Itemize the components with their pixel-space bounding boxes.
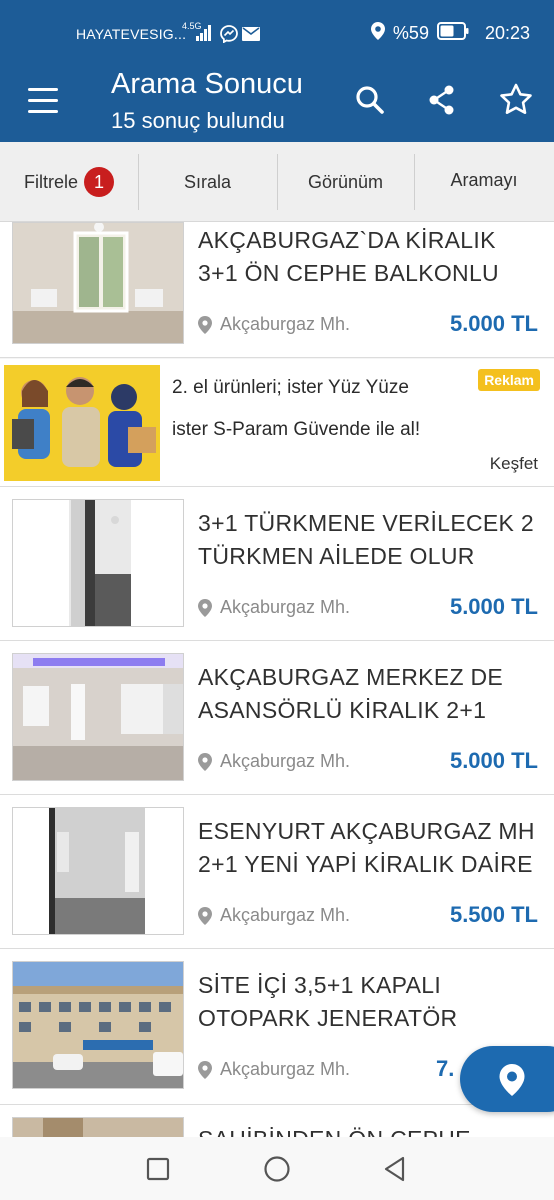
back-icon[interactable] xyxy=(380,1154,410,1184)
ad-image xyxy=(4,365,160,481)
listing-title: 3+1 TÜRKMENE VERİLECEK 2 TÜRKMEN AİLEDE … xyxy=(198,510,534,569)
result-count: 15 sonuç bulundu xyxy=(111,108,285,133)
listing-location: Akçaburgaz Mh. xyxy=(198,314,350,335)
signal-icon xyxy=(196,25,212,46)
tab-save-search-label: Aramayı xyxy=(450,170,518,190)
ad-discover-link[interactable]: Keşfet xyxy=(490,454,538,474)
location-pin-icon xyxy=(198,906,212,925)
location-pin-icon xyxy=(198,1060,212,1079)
ad-text-line2: ister S-Param Güvende ile al! xyxy=(172,419,421,440)
page-title: Arama Sonucu xyxy=(111,68,303,100)
action-tabs: Filtrele 1 Sırala Görünüm Aramayı xyxy=(0,142,554,222)
listing-card[interactable]: AKÇABURGAZ`DA KİRALIK 3+1 ÖN CEPHE BALKO… xyxy=(0,222,554,358)
battery-percent: %59 xyxy=(392,23,429,43)
mail-icon xyxy=(242,27,260,46)
listing-location: Akçaburgaz Mh. xyxy=(198,597,350,618)
listing-photo xyxy=(12,807,184,935)
tab-sort-label: Sırala xyxy=(183,171,232,192)
ad-banner[interactable]: 2. el ürünleri; ister Yüz Yüze ister S-P… xyxy=(0,359,554,487)
status-bar: HAYATEVESIG... 4.5G %59 20:23 xyxy=(0,0,554,64)
listing-price: 7. xyxy=(436,1056,455,1081)
listing-title: SİTE İÇİ 3,5+1 KAPALI OTOPARK JENERATÖR xyxy=(198,972,458,1031)
tab-view-label: Görünüm xyxy=(307,171,384,192)
home-icon[interactable] xyxy=(262,1154,292,1184)
listing-title: SAHİBİNDEN ÖN CEPHE xyxy=(198,1123,540,1137)
tab-save-search[interactable]: Aramayı xyxy=(414,142,554,222)
menu-icon[interactable] xyxy=(28,88,60,114)
listing-price: 5.000 TL xyxy=(449,311,538,336)
listing-card[interactable]: SAHİBİNDEN ÖN CEPHE xyxy=(0,1105,554,1137)
listing-photo xyxy=(12,1117,184,1137)
filter-count-badge: 1 xyxy=(84,167,114,197)
system-nav-bar xyxy=(0,1137,554,1200)
listing-location: Akçaburgaz Mh. xyxy=(198,905,350,926)
recent-apps-icon[interactable] xyxy=(143,1154,173,1184)
clock: 20:23 xyxy=(484,23,530,43)
tab-view[interactable]: Görünüm xyxy=(277,142,414,222)
listing-photo xyxy=(12,961,184,1089)
listing-photo xyxy=(12,653,184,781)
location-icon xyxy=(370,22,385,45)
listing-price: 5.000 TL xyxy=(449,748,538,773)
listing-card[interactable]: 3+1 TÜRKMENE VERİLECEK 2 TÜRKMEN AİLEDE … xyxy=(0,487,554,641)
location-pin-icon xyxy=(198,752,212,771)
star-icon[interactable] xyxy=(496,80,536,120)
listing-title: ESENYURT AKÇABURGAZ MH 2+1 YENİ YAPİ KİR… xyxy=(198,818,535,877)
tab-sort[interactable]: Sırala xyxy=(138,142,277,222)
battery-icon xyxy=(436,22,469,45)
results-list[interactable]: AKÇABURGAZ`DA KİRALIK 3+1 ÖN CEPHE BALKO… xyxy=(0,222,554,1137)
location-pin-icon xyxy=(198,315,212,334)
search-icon[interactable] xyxy=(350,80,390,120)
listing-price: 5.500 TL xyxy=(449,902,538,927)
messenger-icon xyxy=(220,25,238,48)
ad-label-badge: Reklam xyxy=(478,369,540,391)
share-icon[interactable] xyxy=(422,80,462,120)
status-right: %59 20:23 xyxy=(370,22,530,45)
map-view-button[interactable] xyxy=(460,1046,554,1112)
listing-title: AKÇABURGAZ MERKEZ DE ASANSÖRLÜ KİRALIK 2… xyxy=(198,664,504,723)
carrier-name: HAYATEVESIG... xyxy=(76,26,187,42)
listing-photo xyxy=(12,222,184,344)
listing-location: Akçaburgaz Mh. xyxy=(198,1059,350,1080)
listing-photo xyxy=(12,499,184,627)
listing-card[interactable]: ESENYURT AKÇABURGAZ MH 2+1 YENİ YAPİ KİR… xyxy=(0,795,554,949)
listing-location: Akçaburgaz Mh. xyxy=(198,751,350,772)
listing-title: AKÇABURGAZ`DA KİRALIK 3+1 ÖN CEPHE BALKO… xyxy=(198,227,499,286)
tab-filter-label: Filtrele xyxy=(23,171,78,192)
app-header: Arama Sonucu 15 sonuç bulundu xyxy=(0,64,554,142)
ad-text-line1: 2. el ürünleri; ister Yüz Yüze xyxy=(172,377,409,398)
map-pin-icon xyxy=(499,1064,525,1096)
location-pin-icon xyxy=(198,598,212,617)
tab-filter[interactable]: Filtrele 1 xyxy=(0,142,138,222)
listing-card[interactable]: AKÇABURGAZ MERKEZ DE ASANSÖRLÜ KİRALIK 2… xyxy=(0,641,554,795)
listing-price: 5.000 TL xyxy=(449,594,538,619)
